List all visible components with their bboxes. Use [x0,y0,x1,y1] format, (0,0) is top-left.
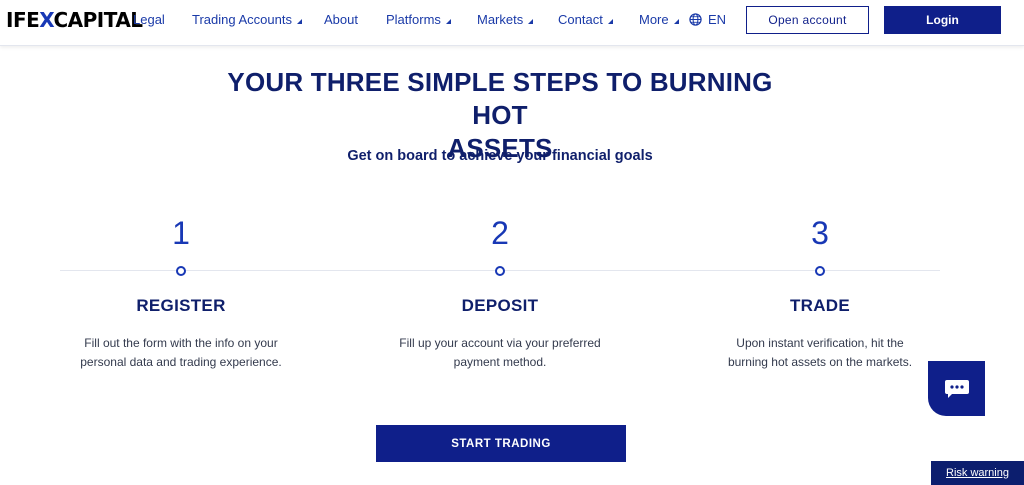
step-dot-icon [176,266,186,276]
nav-item-contact[interactable]: Contact [558,12,613,27]
step-trade: 3 TRADE Upon instant verification, hit t… [690,214,950,372]
nav-item-label: Contact [558,12,603,27]
step-number: 1 [172,215,190,251]
nav-item-markets[interactable]: Markets [477,12,534,27]
step-description-line: payment method. [453,355,547,369]
start-trading-button[interactable]: START TRADING [376,425,626,462]
globe-icon [689,13,702,26]
risk-warning-link[interactable]: Risk warning [931,461,1024,485]
step-description-line: Fill out the form with the info on your [84,336,278,350]
language-selector[interactable]: EN [689,12,726,27]
chat-icon [944,379,969,398]
logo-text-part3: CAPITAL [53,8,143,32]
caret-icon [445,18,451,24]
caret-icon [296,18,302,24]
step-description: Fill out the form with the info on your … [76,334,286,372]
step-description: Upon instant verification, hit the burni… [715,334,925,372]
nav-item-label: About [324,12,358,27]
step-title: DEPOSIT [461,296,539,315]
step-description: Fill up your account via your preferred … [395,334,605,372]
section-subtitle: Get on board to achieve your financial g… [347,148,653,164]
nav-item-label: Markets [477,12,524,27]
language-label: EN [708,12,727,27]
nav-item-more[interactable]: More [639,12,679,27]
step-description-line: burning hot assets on the markets. [727,355,913,369]
nav-item-label: Trading Accounts [192,12,292,27]
step-number: 2 [491,215,509,251]
step-title: REGISTER [136,296,226,315]
open-account-button[interactable]: Open account [746,6,869,34]
step-description-line: Fill up your account via your preferred [399,336,601,350]
caret-icon [673,18,679,24]
step-number: 3 [811,215,829,251]
nav-item-trading-accounts[interactable]: Trading Accounts [192,12,302,27]
nav-item-platforms[interactable]: Platforms [386,12,451,27]
logo[interactable]: IFEXCAPITAL [6,8,143,32]
step-title: TRADE [789,296,851,315]
logo-text-part1: IFE [6,8,40,32]
title-line: YOUR THREE SIMPLE STEPS TO BURNING HOT [227,67,773,130]
site-header: IFEXCAPITAL Legal Trading Accounts About… [0,0,1024,46]
chat-button[interactable] [928,361,985,416]
nav-item-label: More [639,12,669,27]
logo-text-x: X [39,8,54,32]
step-register: 1 REGISTER Fill out the form with the in… [51,214,311,372]
nav-item-about[interactable]: About [324,12,358,27]
nav-item-label: Platforms [386,12,441,27]
step-description-line: Upon instant verification, hit the [736,336,904,350]
step-dot-icon [815,266,825,276]
caret-icon [528,18,534,24]
caret-icon [607,18,613,24]
login-button[interactable]: Login [884,6,1001,34]
nav-item-legal[interactable]: Legal [133,12,165,27]
step-deposit: 2 DEPOSIT Fill up your account via your … [370,214,630,372]
nav-item-label: Legal [133,12,165,27]
step-dot-icon [495,266,505,276]
step-description-line: personal data and trading experience. [80,355,282,369]
